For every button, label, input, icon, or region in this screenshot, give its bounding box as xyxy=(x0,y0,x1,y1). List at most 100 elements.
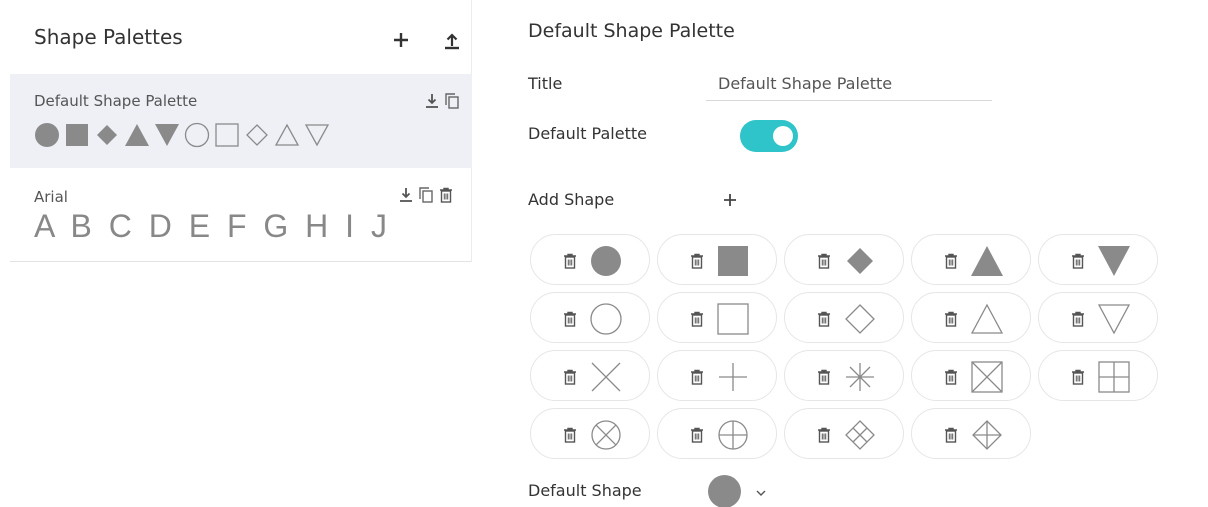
palette-detail-panel: Default Shape Palette Title Default Pale… xyxy=(528,0,1208,507)
circle-icon xyxy=(35,123,59,147)
plus-shape-icon xyxy=(716,360,750,394)
delete-shape-button[interactable] xyxy=(815,252,833,270)
default-shape-label: Default Shape xyxy=(528,481,642,500)
plus-icon xyxy=(724,194,736,206)
diamond-plus-icon xyxy=(970,418,1004,452)
add-shape-button[interactable] xyxy=(718,188,742,212)
trash-icon xyxy=(564,369,576,385)
default-shape-dropdown[interactable] xyxy=(708,474,778,507)
x-cross-icon xyxy=(589,360,623,394)
trash-icon xyxy=(691,311,703,327)
shape-palettes-title: Shape Palettes xyxy=(34,25,183,49)
copy-button[interactable] xyxy=(417,186,435,204)
delete-shape-button[interactable] xyxy=(942,310,960,328)
shape-palettes-header: Shape Palettes xyxy=(10,0,472,74)
palette-item-default[interactable]: Default Shape Palette xyxy=(10,74,472,168)
delete-shape-button[interactable] xyxy=(688,368,706,386)
shape-item-x-cross xyxy=(530,350,650,401)
palette-letter-preview: A B C D E F G H I J xyxy=(34,208,391,244)
delete-shape-button[interactable] xyxy=(1069,368,1087,386)
trash-icon xyxy=(945,369,957,385)
delete-shape-button[interactable] xyxy=(1069,310,1087,328)
triangle-up-icon xyxy=(125,124,149,146)
delete-shape-button[interactable] xyxy=(815,310,833,328)
shape-item-diamond-outline xyxy=(784,292,904,343)
delete-shape-button[interactable] xyxy=(561,368,579,386)
diamond-icon xyxy=(97,125,117,145)
download-icon xyxy=(400,188,412,202)
shape-item-triangle-up xyxy=(911,234,1031,285)
delete-shape-button[interactable] xyxy=(561,426,579,444)
copy-button[interactable] xyxy=(443,92,461,110)
shape-item-triangle-up-outline xyxy=(911,292,1031,343)
triangle-down-icon xyxy=(1097,244,1131,278)
shape-item-square xyxy=(657,234,777,285)
delete-shape-button[interactable] xyxy=(688,252,706,270)
shape-palettes-panel: Shape Palettes Default Shape Palette Ari… xyxy=(10,0,472,262)
delete-shape-button[interactable] xyxy=(815,426,833,444)
shape-item-circle xyxy=(530,234,650,285)
palette-shape-preview xyxy=(34,122,330,148)
upload-palette-button[interactable] xyxy=(440,28,464,52)
circle-icon xyxy=(708,475,741,507)
circle-plus-icon xyxy=(716,418,750,452)
title-input[interactable] xyxy=(706,66,992,101)
palette-name: Arial xyxy=(34,188,68,206)
shape-item-diamond-x xyxy=(784,408,904,459)
title-label: Title xyxy=(528,74,563,93)
delete-shape-button[interactable] xyxy=(561,310,579,328)
diamond-outline-icon xyxy=(843,302,877,336)
copy-icon xyxy=(419,187,433,203)
shape-item-triangle-down xyxy=(1038,234,1158,285)
shape-item-square-x xyxy=(911,350,1031,401)
trash-icon xyxy=(945,253,957,269)
palette-actions xyxy=(423,92,461,110)
circle-icon xyxy=(589,244,623,278)
download-icon xyxy=(426,94,438,108)
shape-item-circle-plus xyxy=(657,408,777,459)
trash-icon xyxy=(818,253,830,269)
triangle-down-outline-icon xyxy=(1097,302,1131,336)
shape-item-circle-outline xyxy=(530,292,650,343)
default-palette-label: Default Palette xyxy=(528,124,647,143)
download-button[interactable] xyxy=(397,186,415,204)
triangle-up-icon xyxy=(970,244,1004,278)
trash-icon xyxy=(691,253,703,269)
palette-detail-heading: Default Shape Palette xyxy=(528,20,735,42)
delete-button[interactable] xyxy=(437,186,455,204)
delete-shape-button[interactable] xyxy=(688,426,706,444)
square-icon xyxy=(716,244,750,278)
default-palette-toggle[interactable] xyxy=(740,120,798,152)
shape-item-square-outline xyxy=(657,292,777,343)
palette-name: Default Shape Palette xyxy=(34,92,198,110)
copy-icon xyxy=(445,93,459,109)
delete-shape-button[interactable] xyxy=(942,368,960,386)
circle-outline-icon xyxy=(589,302,623,336)
delete-shape-button[interactable] xyxy=(942,426,960,444)
asterisk-icon xyxy=(843,360,877,394)
trash-icon xyxy=(691,427,703,443)
trash-icon xyxy=(945,427,957,443)
add-palette-button[interactable] xyxy=(389,28,413,52)
circle-x-icon xyxy=(589,418,623,452)
delete-shape-button[interactable] xyxy=(942,252,960,270)
shape-item-square-plus xyxy=(1038,350,1158,401)
delete-shape-button[interactable] xyxy=(688,310,706,328)
triangle-up-outline-icon xyxy=(970,302,1004,336)
diamond-icon xyxy=(843,244,877,278)
delete-shape-button[interactable] xyxy=(561,252,579,270)
square-outline-icon xyxy=(215,123,239,147)
add-shape-label: Add Shape xyxy=(528,190,615,209)
chevron-down-icon xyxy=(754,486,768,500)
download-button[interactable] xyxy=(423,92,441,110)
delete-shape-button[interactable] xyxy=(1069,252,1087,270)
square-outline-icon xyxy=(716,302,750,336)
trash-icon xyxy=(564,427,576,443)
palette-actions xyxy=(397,186,455,204)
trash-icon xyxy=(1072,253,1084,269)
toggle-knob xyxy=(773,126,793,146)
diamond-outline-icon xyxy=(246,124,268,146)
delete-shape-button[interactable] xyxy=(815,368,833,386)
palette-item-arial[interactable]: Arial A B C D E F G H I J xyxy=(10,168,472,262)
trash-icon xyxy=(691,369,703,385)
